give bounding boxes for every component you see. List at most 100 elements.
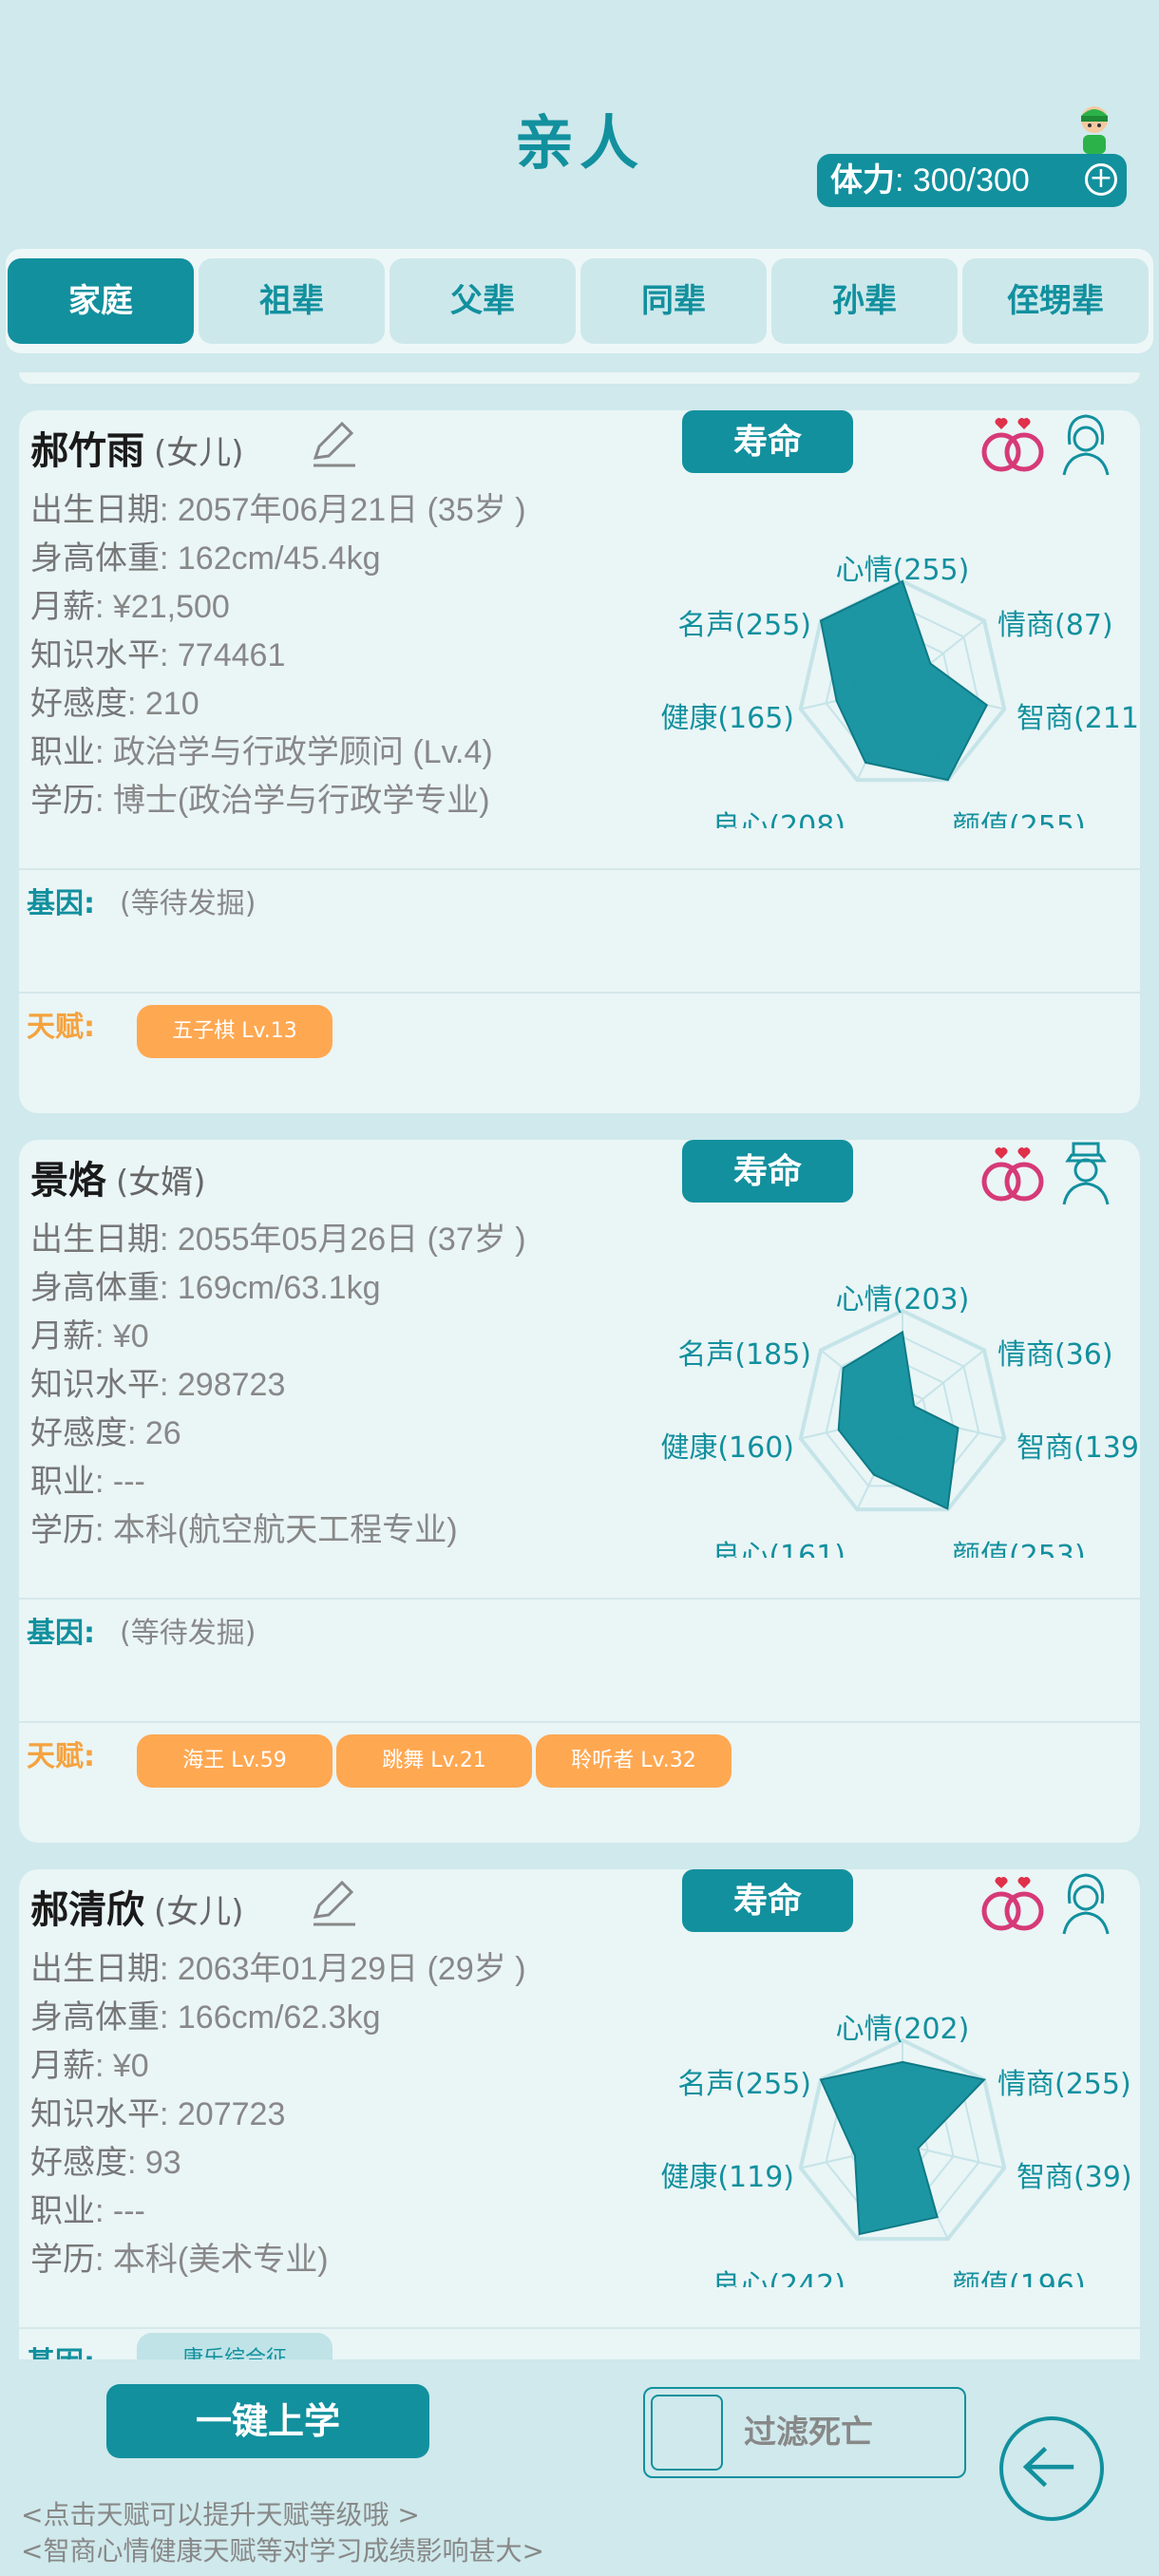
gene-value: (等待发掘): [120, 1617, 256, 1650]
radar-stat-label: 情商(255): [998, 2068, 1131, 2101]
body-label: 身高体重: [30, 1269, 160, 1307]
relation-label: (女婿): [116, 1164, 206, 1202]
gene-label: 基因:: [27, 2346, 95, 2359]
relative-info: 出生日期: 2055年05月26日 (37岁 ) 身高体重: 169cm/63.…: [30, 1216, 526, 1555]
knowledge-label: 知识水平: [30, 2095, 160, 2133]
salary-value: : ¥21,500: [95, 589, 230, 625]
stamina-value: : 300/300: [895, 162, 1030, 199]
birth-value: : 2055年05月26日 (37岁 ): [160, 1222, 526, 1258]
talent-badge[interactable]: 康乐综合征: [137, 2333, 332, 2359]
divider: [19, 2327, 1140, 2329]
edu-value: : 本科(航空航天工程专业): [95, 1512, 458, 1548]
relative-card: 景烙 (女婿) 寿命 出生日期: 2055年05月26日 (37岁 ) 身高体重:…: [19, 1140, 1140, 1843]
radar-stat-label: 名声(255): [677, 2068, 811, 2101]
arrow-left-icon[interactable]: [999, 2416, 1104, 2521]
previous-card-edge: [19, 372, 1140, 384]
filter-label: 过滤死亡: [744, 2414, 873, 2452]
edu-value: : 本科(美术专业): [95, 2242, 329, 2278]
gene-row: 基因: (等待发掘): [27, 1609, 256, 1651]
talent-badge[interactable]: 海王 Lv.59: [137, 1734, 332, 1788]
filter-checkbox[interactable]: [651, 2395, 723, 2471]
talent-badge[interactable]: 跳舞 Lv.21: [336, 1734, 532, 1788]
divider: [19, 1721, 1140, 1723]
birth-value: : 2057年06月21日 (35岁 ): [160, 492, 526, 528]
birth-label: 出生日期: [30, 1950, 160, 1988]
lifespan-button[interactable]: 寿命: [682, 1869, 853, 1932]
radar-stat-label: 健康(119): [660, 2161, 794, 2194]
pencil-icon[interactable]: [304, 414, 361, 471]
tab-siblings[interactable]: 同辈: [580, 258, 767, 344]
lifespan-button[interactable]: 寿命: [682, 1140, 853, 1203]
radar-stat-label: 心情(202): [836, 2013, 970, 2046]
relative-card: 郝竹雨 (女儿) 寿命 出生日期: 2057年06月21日 (35岁 ) 身高体重…: [19, 410, 1140, 1113]
body-label: 身高体重: [30, 1998, 160, 2036]
gene-row: 基因:: [27, 2339, 120, 2359]
generation-tabs: 家庭 祖辈 父辈 同辈 孙辈 侄甥辈: [6, 249, 1153, 353]
radar-stat-label: 健康(165): [660, 702, 794, 735]
talent-badge[interactable]: 聆听者 Lv.32: [536, 1734, 732, 1788]
hint-text: <点击天赋可以提升天赋等级哦 >: [21, 2499, 420, 2530]
job-label: 职业: [30, 1463, 95, 1501]
body-value: : 166cm/62.3kg: [160, 1999, 381, 2036]
divider: [19, 868, 1140, 870]
affinity-value: : 210: [127, 686, 200, 722]
affinity-value: : 93: [127, 2145, 181, 2181]
job-value: : 政治学与行政学顾问 (Lv.4): [95, 734, 493, 770]
gene-value: (等待发掘): [120, 887, 256, 920]
radar-stat-area: [819, 2060, 986, 2236]
rings-icon[interactable]: [978, 1140, 1049, 1206]
job-value: : ---: [95, 1464, 145, 1500]
talent-label: 天赋:: [27, 1011, 95, 1044]
rings-icon[interactable]: [978, 410, 1049, 477]
filter-dead-toggle[interactable]: 过滤死亡: [643, 2387, 966, 2478]
lifespan-button[interactable]: 寿命: [682, 410, 853, 473]
relative-info: 出生日期: 2063年01月29日 (29岁 ) 身高体重: 166cm/62.…: [30, 1945, 526, 2284]
tab-family[interactable]: 家庭: [8, 258, 194, 344]
stats-radar-chart: 心情(202) 情商(255) 智商(39) 颜值(196) 良心(242) 健康(119…: [660, 2013, 1131, 2287]
player-avatar-icon[interactable]: [1072, 103, 1117, 156]
edu-label: 学历: [30, 1511, 95, 1549]
tab-grandchildren[interactable]: 孙辈: [771, 258, 958, 344]
affinity-label: 好感度: [30, 685, 127, 723]
body-value: : 162cm/45.4kg: [160, 540, 381, 577]
enroll-all-button[interactable]: 一键上学: [106, 2384, 429, 2458]
divider: [19, 1598, 1140, 1600]
rings-icon[interactable]: [978, 1869, 1049, 1936]
stamina-bar: 体力: 300/300 +: [817, 154, 1127, 207]
gene-label: 基因:: [27, 887, 95, 920]
relative-name: 郝清欣 (女儿): [30, 1887, 244, 1932]
relatives-list[interactable]: 郝竹雨 (女儿) 寿命 出生日期: 2057年06月21日 (35岁 ) 身高体重…: [19, 372, 1140, 2359]
knowledge-value: : 774461: [160, 637, 286, 673]
plus-circle-icon[interactable]: +: [1085, 163, 1117, 196]
knowledge-label: 知识水平: [30, 1366, 160, 1404]
affinity-label: 好感度: [30, 2144, 127, 2182]
radar-stat-label: 智商(139): [1016, 1431, 1140, 1465]
radar-stat-label: 颜值(255): [952, 810, 1086, 828]
knowledge-value: : 298723: [160, 1367, 286, 1403]
pencil-icon[interactable]: [304, 1873, 361, 1930]
male-avatar-icon: [1062, 1142, 1110, 1205]
salary-value: : ¥0: [95, 2048, 149, 2084]
talent-label: 天赋:: [27, 1740, 95, 1773]
knowledge-value: : 207723: [160, 2096, 286, 2132]
body-label: 身高体重: [30, 540, 160, 578]
tab-grandparents[interactable]: 祖辈: [199, 258, 385, 344]
knowledge-label: 知识水平: [30, 636, 160, 674]
radar-stat-label: 智商(211): [1016, 702, 1140, 735]
tab-parents[interactable]: 父辈: [390, 258, 576, 344]
hint-text: <智商心情健康天赋等对学习成绩影响甚大>: [21, 2535, 544, 2567]
affinity-label: 好感度: [30, 1414, 127, 1452]
job-label: 职业: [30, 2192, 95, 2230]
talent-badge[interactable]: 五子棋 Lv.13: [137, 1005, 332, 1058]
birth-value: : 2063年01月29日 (29岁 ): [160, 1951, 526, 1987]
radar-stat-label: 心情(255): [836, 554, 970, 587]
female-avatar-icon: [1062, 414, 1110, 476]
salary-label: 月薪: [30, 2047, 95, 2085]
radar-stat-label: 良心(242): [712, 2269, 846, 2287]
salary-value: : ¥0: [95, 1318, 149, 1354]
radar-stat-label: 情商(36): [998, 1338, 1113, 1372]
edu-label: 学历: [30, 2241, 95, 2279]
tab-nephews[interactable]: 侄甥辈: [962, 258, 1149, 344]
edu-label: 学历: [30, 782, 95, 820]
radar-stat-label: 颜值(253): [952, 1540, 1086, 1558]
